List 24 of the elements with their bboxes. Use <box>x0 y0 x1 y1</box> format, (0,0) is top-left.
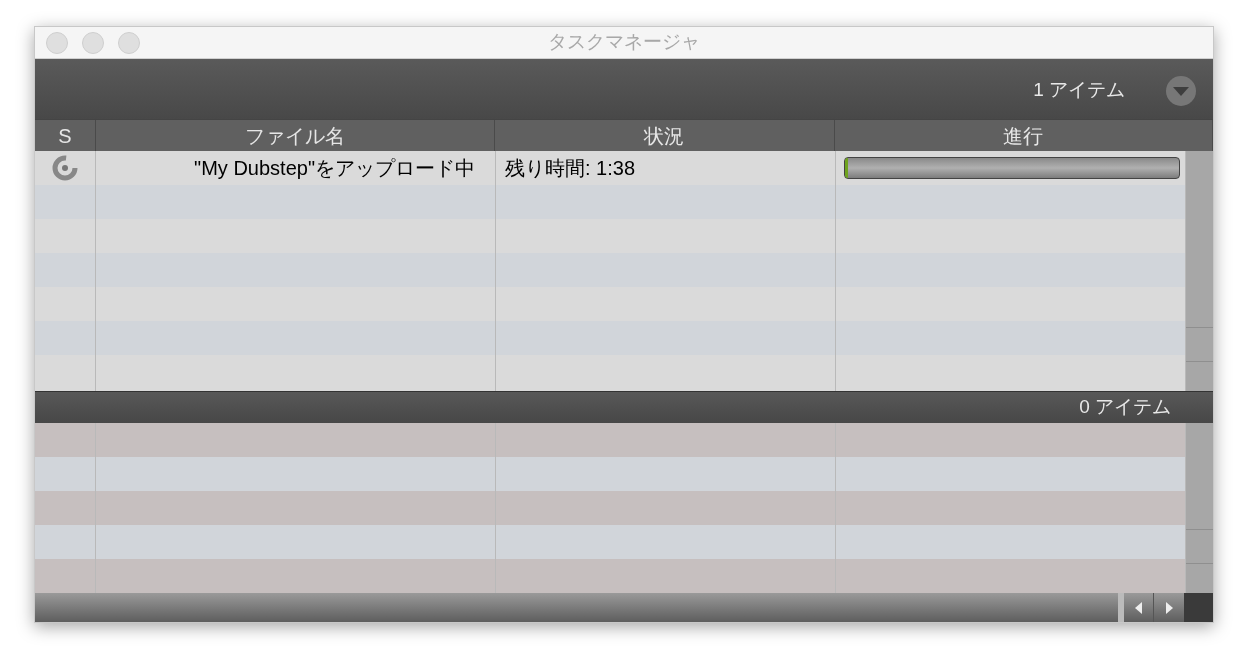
table-row[interactable] <box>35 253 1186 287</box>
left-arrow-icon <box>1134 601 1143 614</box>
corner-box <box>1184 593 1213 622</box>
zoom-button[interactable] <box>118 31 140 54</box>
table-row[interactable] <box>35 185 1186 219</box>
item-count: 0 アイテム <box>1079 395 1171 420</box>
status-text: 残り時間: 1:38 <box>504 156 636 181</box>
table-row[interactable] <box>35 321 1186 355</box>
table-row[interactable] <box>35 355 1186 391</box>
scrollbar[interactable] <box>1186 423 1213 593</box>
dropdown-icon[interactable] <box>1165 74 1197 107</box>
close-button[interactable] <box>46 31 68 54</box>
table-row[interactable] <box>35 287 1186 321</box>
table-row[interactable] <box>35 219 1186 253</box>
window-title: タスクマネージャ <box>548 30 700 55</box>
spinner-icon <box>52 155 78 181</box>
minimize-button[interactable] <box>82 31 104 54</box>
horizontal-scrollbar[interactable] <box>35 593 1213 622</box>
item-count: 1 アイテム <box>1033 78 1125 103</box>
scroll-thumb[interactable] <box>1118 593 1124 622</box>
scrollbar[interactable] <box>1186 151 1213 391</box>
right-arrow-icon <box>1165 601 1173 614</box>
file-name: "My Dubstep"をアップロード中 <box>194 156 475 181</box>
table-row[interactable]: "My Dubstep"をアップロード中 残り時間: 1:38 <box>35 151 1186 185</box>
